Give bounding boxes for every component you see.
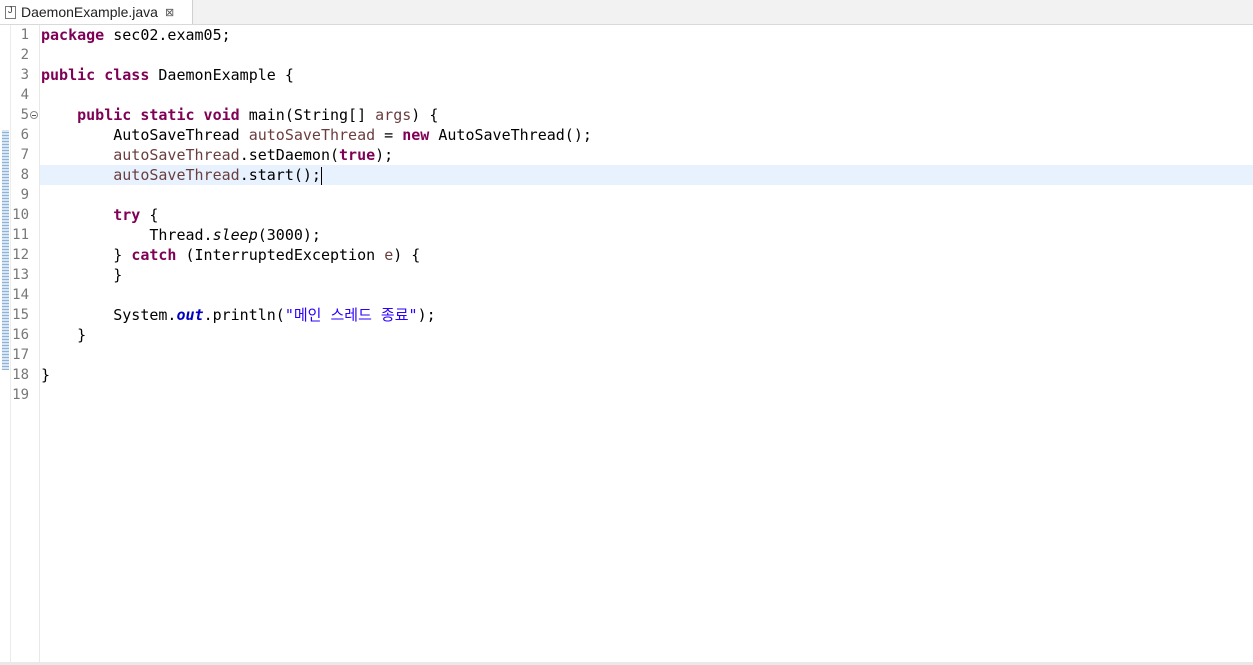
code-line: Thread.sleep(3000); <box>149 226 321 244</box>
line-number: 3 <box>20 67 29 83</box>
code-line: System.out.println("메인 스레드 종료"); <box>113 306 436 324</box>
line-number: 2 <box>20 47 29 63</box>
code-line: } <box>41 366 51 384</box>
line-number: 8 <box>20 167 29 183</box>
code-line: autoSaveThread.setDaemon(true); <box>113 146 394 164</box>
line-number: 4 <box>20 87 29 103</box>
line-number-gutter: 1 2 3 4 5 6 7 8 9 10 11 12 13 14 15 16 1… <box>11 25 40 665</box>
code-line: } <box>41 266 123 284</box>
line-number: 12 <box>12 247 29 263</box>
java-file-icon <box>5 5 16 19</box>
code-line: AutoSaveThread autoSaveThread = new Auto… <box>113 126 592 144</box>
text-caret <box>320 166 322 185</box>
line-number: 17 <box>12 347 29 363</box>
line-number: 5 <box>20 107 29 123</box>
line-number: 18 <box>12 367 29 383</box>
fold-collapse-icon[interactable] <box>30 111 38 119</box>
line-number: 15 <box>12 307 29 323</box>
code-line: autoSaveThread.start(); <box>113 166 322 185</box>
line-number: 1 <box>20 27 29 43</box>
code-line: } catch (InterruptedException e) { <box>113 246 421 264</box>
line-number: 16 <box>12 327 29 343</box>
close-tab-icon[interactable]: ⊠ <box>165 6 174 19</box>
code-line: try { <box>113 206 159 224</box>
line-number: 6 <box>20 127 29 143</box>
code-editor[interactable]: package sec02.exam05; public class Daemo… <box>40 25 1253 665</box>
line-number: 13 <box>12 267 29 283</box>
overview-ruler <box>0 25 11 665</box>
code-line: public class DaemonExample { <box>41 66 294 84</box>
line-number: 14 <box>12 287 29 303</box>
line-number: 9 <box>20 187 29 203</box>
code-line: } <box>41 326 87 344</box>
line-number: 7 <box>20 147 29 163</box>
code-line: public static void main(String[] args) { <box>77 106 439 124</box>
editor-tab-bar: DaemonExample.java ⊠ <box>0 0 1253 25</box>
line-number: 11 <box>12 227 29 243</box>
line-number: 10 <box>12 207 29 223</box>
code-line: package sec02.exam05; <box>41 26 231 44</box>
quick-diff-marker <box>2 130 9 370</box>
editor-tab-daemonexample[interactable]: DaemonExample.java ⊠ <box>0 0 193 24</box>
tab-title: DaemonExample.java <box>21 4 158 20</box>
line-number: 19 <box>12 387 29 403</box>
